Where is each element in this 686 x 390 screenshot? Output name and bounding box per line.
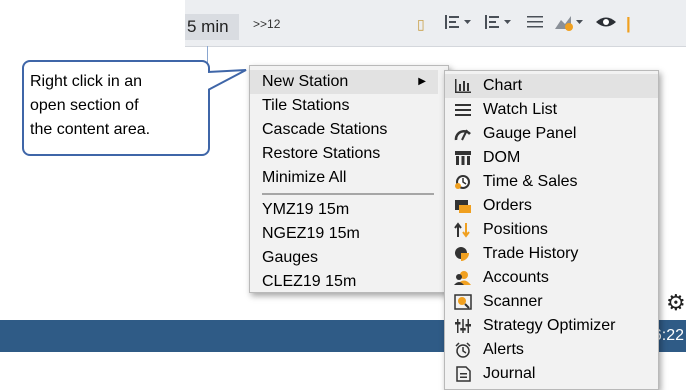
time-sales-icon <box>455 175 470 189</box>
submenu-item-positions[interactable]: Positions <box>445 218 658 242</box>
callout-line: Right click in an <box>30 73 143 90</box>
positions-icon <box>454 222 470 238</box>
submenu-item-label: Strategy Optimizer <box>483 317 616 334</box>
submenu-item-alerts[interactable]: Alerts <box>445 338 658 362</box>
menu-item-cascade-stations[interactable]: Cascade Stations <box>262 118 442 142</box>
submenu-item-label: Alerts <box>483 341 524 358</box>
orders-icon <box>455 200 471 213</box>
menu-item-station-ngez19[interactable]: NGEZ19 15m <box>262 222 442 246</box>
align-center-icon[interactable] <box>483 12 517 36</box>
submenu-item-label: DOM <box>483 149 521 166</box>
callout-line: the content area. <box>30 121 151 138</box>
submenu-item-journal[interactable]: Journal <box>445 362 658 386</box>
context-menu: New Station ▶ Tile Stations Cascade Stat… <box>249 65 449 293</box>
journal-icon <box>456 366 471 382</box>
submenu-item-accounts[interactable]: Accounts <box>445 266 658 290</box>
interval-selector[interactable]: 5 min <box>185 14 239 40</box>
dom-icon <box>455 151 471 165</box>
submenu-item-time-sales[interactable]: Time & Sales <box>445 170 658 194</box>
menu-item-station-gauges[interactable]: Gauges <box>262 246 442 270</box>
submenu-item-label: Journal <box>483 365 536 382</box>
submenu-item-label: Gauge Panel <box>483 125 577 142</box>
instruction-callout: Right click in an open section of the co… <box>22 60 210 156</box>
accounts-icon <box>454 271 471 285</box>
orange-edge-icon[interactable]: | <box>626 12 631 36</box>
scanner-icon <box>454 294 472 310</box>
align-left-icon[interactable] <box>443 12 477 36</box>
new-station-submenu: Chart Watch List Gauge Panel DOM Time & … <box>444 70 659 390</box>
callout-pointer <box>208 69 247 91</box>
menu-item-station-ymz19[interactable]: YMZ19 15m <box>262 198 442 222</box>
menu-item-restore-stations[interactable]: Restore Stations <box>262 142 442 166</box>
watch-list-icon <box>455 104 471 116</box>
submenu-item-gauge-panel[interactable]: Gauge Panel <box>445 122 658 146</box>
submenu-arrow-icon: ▶ <box>418 76 426 87</box>
submenu-item-orders[interactable]: Orders <box>445 194 658 218</box>
submenu-item-trade-history[interactable]: Trade History <box>445 242 658 266</box>
chart-icon <box>455 79 471 93</box>
submenu-item-label: Accounts <box>483 269 549 286</box>
alerts-icon <box>455 342 471 358</box>
chart-toolbar: 5 min >>12 ▯ | <box>185 0 686 47</box>
submenu-item-label: Trade History <box>483 245 579 262</box>
submenu-item-label: Time & Sales <box>483 173 578 190</box>
eye-icon[interactable] <box>595 12 617 36</box>
callout-line: open section of <box>30 97 139 114</box>
submenu-item-strategy-optimizer[interactable]: Strategy Optimizer <box>445 314 658 338</box>
clipboard-icon[interactable]: ▯ <box>417 12 425 36</box>
submenu-item-scanner[interactable]: Scanner <box>445 290 658 314</box>
submenu-item-label: Positions <box>483 221 548 238</box>
menu-lines-icon[interactable] <box>525 12 545 36</box>
gear-icon[interactable]: ⚙ <box>666 290 686 316</box>
draw-tools-icon[interactable] <box>553 12 587 36</box>
menu-separator <box>262 193 434 195</box>
menu-item-station-clez19[interactable]: CLEZ19 15m <box>262 270 442 294</box>
strategy-optimizer-icon <box>455 319 471 333</box>
submenu-item-label: Chart <box>483 77 523 94</box>
submenu-item-watch-list[interactable]: Watch List <box>445 98 658 122</box>
menu-item-label: New Station <box>262 73 349 90</box>
skip-forward-button[interactable]: >>12 <box>253 17 280 31</box>
gauge-icon <box>454 129 471 141</box>
submenu-item-chart[interactable]: Chart <box>445 74 658 98</box>
submenu-item-label: Watch List <box>483 101 558 118</box>
trade-history-icon <box>455 247 469 261</box>
submenu-item-label: Orders <box>483 197 532 214</box>
submenu-item-label: Scanner <box>483 293 543 310</box>
menu-item-new-station[interactable]: New Station ▶ <box>250 70 438 94</box>
submenu-item-dom[interactable]: DOM <box>445 146 658 170</box>
menu-item-tile-stations[interactable]: Tile Stations <box>262 94 442 118</box>
menu-item-minimize-all[interactable]: Minimize All <box>262 166 442 190</box>
